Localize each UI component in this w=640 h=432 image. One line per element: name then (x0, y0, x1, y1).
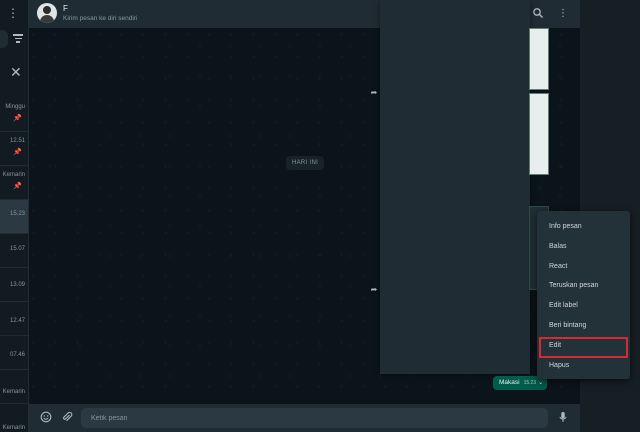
menu-icon[interactable]: ⋮ (6, 6, 20, 20)
pin-icon: 📌 (13, 183, 22, 190)
filter-icon[interactable] (12, 32, 24, 44)
chat-time: Kemarin (2, 172, 25, 178)
image-message-thumbnail[interactable] (529, 28, 549, 90)
image-message-thumbnail[interactable] (529, 93, 549, 175)
menu-item-reply[interactable]: Balas (537, 237, 630, 257)
avatar[interactable] (37, 3, 57, 23)
emoji-icon[interactable] (39, 411, 53, 425)
menu-item-react[interactable]: React (537, 257, 630, 277)
chat-list-item[interactable]: 07.46 (0, 336, 28, 370)
message-context-menu: Info pesan Balas React Teruskan pesan Ed… (537, 211, 630, 379)
chat-time: 15.07 (9, 246, 25, 252)
date-separator: HARI INI (286, 156, 325, 170)
menu-item-edit[interactable]: Edit (537, 336, 630, 358)
chat-time: 13.09 (9, 282, 25, 288)
chat-time: Kemarin (2, 389, 25, 395)
chat-time: Minggu (5, 104, 25, 110)
message-time: 15.23 (523, 380, 537, 386)
contact-name: F (63, 4, 124, 13)
more-vert-icon[interactable]: ⋮ (556, 7, 570, 21)
chat-list-item-active[interactable]: 15.23 (0, 200, 28, 234)
menu-item-star[interactable]: Beri bintang (537, 316, 630, 336)
search-icon[interactable] (531, 7, 545, 21)
forward-icon[interactable]: ➦ (369, 88, 379, 98)
chat-list-item[interactable]: 13.09 (0, 268, 28, 302)
pin-icon: 📌 (13, 115, 22, 122)
chat-list-item[interactable]: Minggu 📌 (0, 98, 28, 132)
contact-subtitle: Kirim pesan ke diri sendiri (63, 15, 138, 22)
message-input[interactable] (81, 408, 548, 428)
menu-item-forward[interactable]: Teruskan pesan (537, 276, 630, 296)
forward-icon[interactable]: ➦ (369, 285, 379, 295)
menu-item-info[interactable]: Info pesan (537, 217, 630, 237)
chat-list-item[interactable]: 12.51 📌 (0, 132, 28, 166)
close-icon[interactable]: ✕ (10, 64, 22, 80)
chat-time: 12.47 (9, 318, 25, 324)
search-field-edge[interactable] (0, 30, 8, 48)
media-preview-panel (380, 0, 530, 374)
chat-time: 15.23 (9, 211, 25, 217)
mic-icon[interactable] (556, 411, 570, 425)
chat-list-item[interactable]: Kemarin (0, 370, 28, 404)
chat-list-item[interactable]: 15.07 (0, 234, 28, 268)
message-composer (29, 404, 580, 432)
menu-item-delete[interactable]: Hapus (537, 356, 630, 376)
pin-icon: 📌 (13, 149, 22, 156)
chat-list-sidebar: ⋮ ✕ Minggu 📌 12.51 📌 Kemarin 📌 15.23 15.… (0, 0, 29, 432)
chat-time: Kemarin (2, 425, 25, 431)
chat-pane: F Kirim pesan ke diri sendiri ⋮ HARI INI… (29, 0, 580, 432)
chat-time: 07.46 (9, 352, 25, 358)
chat-list-item[interactable]: Kemarin 📌 (0, 166, 28, 200)
chat-list-item[interactable]: Kemarin (0, 404, 28, 432)
chat-list-item[interactable]: 12.47 (0, 302, 28, 336)
attach-icon[interactable] (60, 411, 74, 425)
chat-time: 12.51 (9, 138, 25, 144)
menu-item-edit-label[interactable]: Edit label (537, 296, 630, 316)
message-text: Makasi (499, 379, 520, 386)
